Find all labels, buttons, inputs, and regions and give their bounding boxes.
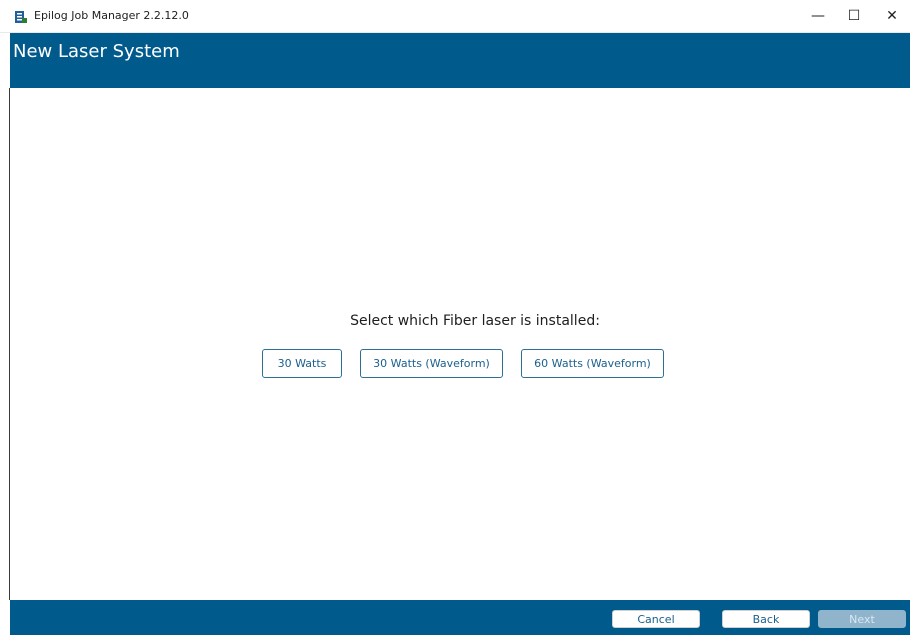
title-bar[interactable]: Epilog Job Manager 2.2.12.0 — ☐ ✕ bbox=[0, 0, 910, 33]
option-60-watts-waveform-button[interactable]: 60 Watts (Waveform) bbox=[521, 349, 664, 378]
next-button[interactable]: Next bbox=[818, 610, 906, 628]
app-window: Epilog Job Manager 2.2.12.0 — ☐ ✕ New La… bbox=[0, 0, 910, 635]
minimize-icon: — bbox=[811, 8, 825, 24]
close-button[interactable]: ✕ bbox=[874, 0, 910, 32]
window-title: Epilog Job Manager 2.2.12.0 bbox=[34, 9, 189, 22]
footer-bar: Cancel Back Next bbox=[10, 600, 910, 635]
option-30-watts-button[interactable]: 30 Watts bbox=[262, 349, 342, 378]
option-30-watts-waveform-button[interactable]: 30 Watts (Waveform) bbox=[360, 349, 503, 378]
laser-prompt: Select which Fiber laser is installed: bbox=[350, 313, 600, 329]
page-title: New Laser System bbox=[13, 41, 180, 62]
maximize-icon: ☐ bbox=[847, 8, 861, 24]
header-bar: New Laser System bbox=[10, 33, 910, 88]
close-icon: ✕ bbox=[886, 8, 898, 24]
back-button[interactable]: Back bbox=[722, 610, 810, 628]
epilog-app-icon bbox=[14, 9, 28, 23]
main-content: Select which Fiber laser is installed: 3… bbox=[10, 88, 910, 600]
minimize-button[interactable]: — bbox=[800, 0, 836, 32]
maximize-button[interactable]: ☐ bbox=[836, 0, 872, 32]
cancel-button[interactable]: Cancel bbox=[612, 610, 700, 628]
